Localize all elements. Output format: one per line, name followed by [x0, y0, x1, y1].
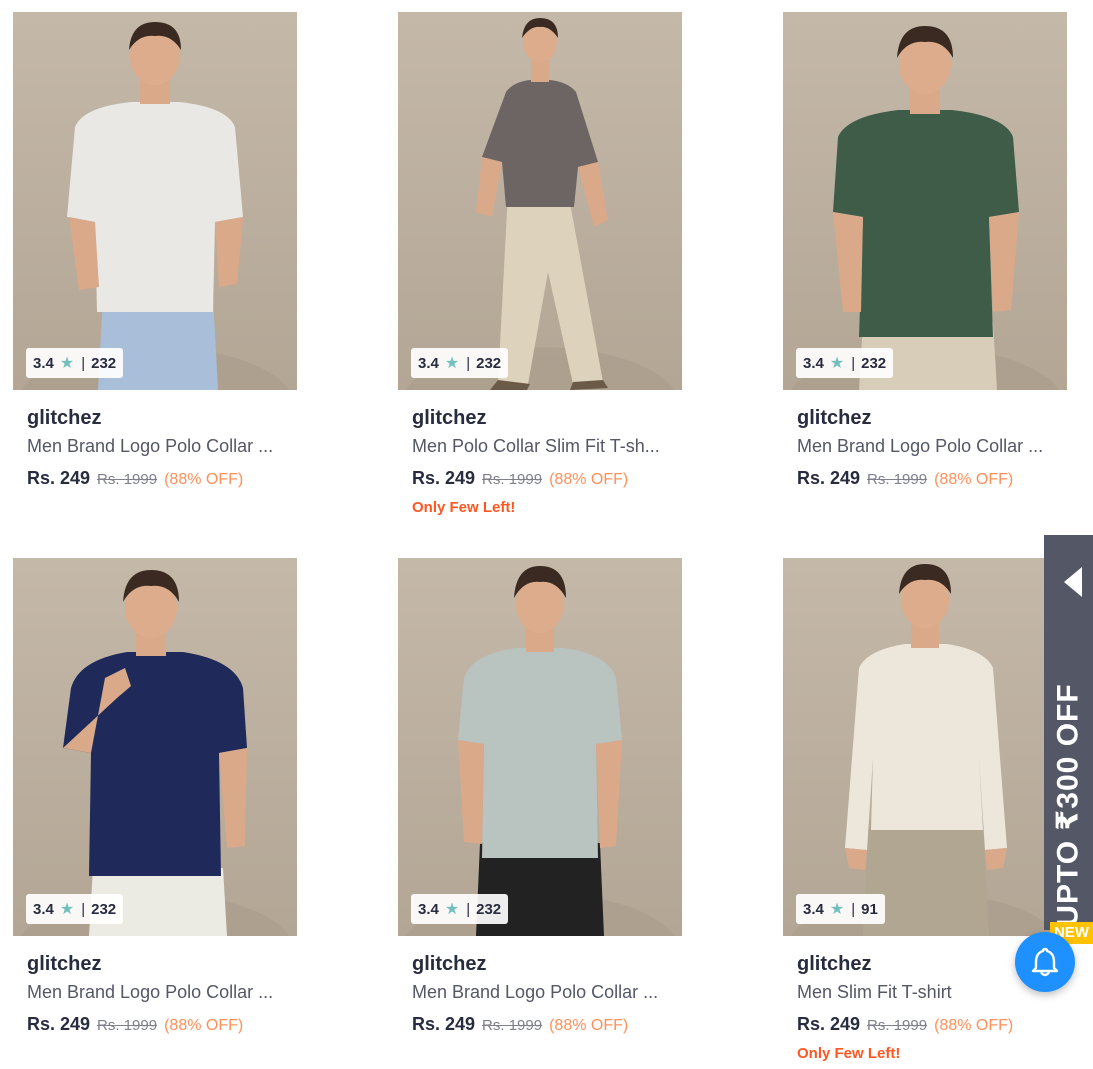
rating-badge: 3.4 ★ | 232 [411, 348, 509, 378]
product-title: Men Brand Logo Polo Collar ... [797, 436, 1044, 456]
model-photo [405, 18, 675, 390]
product-card[interactable]: 3.4 ★ | 232 glitchez Men Brand Logo Polo… [13, 12, 297, 499]
selling-price: Rs. 249 [797, 1014, 861, 1034]
product-card[interactable]: 3.4 ★ | 232 glitchez Men Brand Logo Polo… [398, 558, 682, 1045]
product-brand: glitchez [412, 953, 487, 975]
rating-count: 232 [476, 900, 502, 918]
caret-left-icon[interactable] [1064, 567, 1082, 597]
bell-icon [1031, 947, 1059, 977]
mrp-price: Rs. 1999 [97, 1017, 158, 1034]
promo-tab[interactable]: UPTO ₹300 OFF [1044, 535, 1093, 930]
rating-divider: | [851, 354, 856, 372]
rating-badge: 3.4 ★ | 232 [26, 348, 124, 378]
product-brand: glitchez [27, 953, 102, 975]
promo-text: UPTO ₹300 OFF [1051, 683, 1085, 927]
product-image[interactable]: 3.4 ★ | 232 [398, 558, 682, 936]
star-icon: ★ [829, 901, 845, 918]
stock-note: Only Few Left! [412, 499, 516, 516]
rating-value: 3.4 [803, 900, 824, 918]
product-title: Men Polo Collar Slim Fit T-sh... [412, 436, 660, 456]
product-brand: glitchez [797, 407, 872, 429]
product-image[interactable]: 3.4 ★ | 232 [398, 12, 682, 390]
mrp-price: Rs. 1999 [867, 471, 928, 488]
product-title: Men Brand Logo Polo Collar ... [27, 436, 274, 456]
rating-divider: | [851, 900, 856, 918]
rating-count: 232 [861, 354, 887, 372]
price-row: Rs. 249 Rs. 1999 (88% OFF) [797, 468, 1067, 490]
product-image[interactable]: 3.4 ★ | 91 [783, 558, 1067, 936]
product-card[interactable]: 3.4 ★ | 91 glitchez Men Slim Fit T-shirt… [783, 558, 1067, 1062]
selling-price: Rs. 249 [412, 468, 476, 488]
selling-price: Rs. 249 [27, 468, 91, 488]
product-grid: 3.4 ★ | 232 glitchez Men Brand Logo Polo… [0, 0, 1093, 1069]
star-icon: ★ [59, 901, 75, 918]
mrp-price: Rs. 1999 [482, 471, 543, 488]
mrp-price: Rs. 1999 [97, 471, 158, 488]
discount-text: (88% OFF) [934, 1017, 1014, 1034]
product-title: Men Brand Logo Polo Collar ... [412, 982, 659, 1002]
model-photo [405, 566, 675, 936]
rating-badge: 3.4 ★ | 232 [26, 894, 124, 924]
rating-value: 3.4 [418, 900, 439, 918]
rating-badge: 3.4 ★ | 91 [796, 894, 885, 924]
discount-text: (88% OFF) [549, 1017, 629, 1034]
selling-price: Rs. 249 [412, 1014, 476, 1034]
product-image[interactable]: 3.4 ★ | 232 [13, 12, 297, 390]
discount-text: (88% OFF) [164, 1017, 244, 1034]
price-row: Rs. 249 Rs. 1999 (88% OFF) [27, 468, 297, 490]
price-row: Rs. 249 Rs. 1999 (88% OFF) [412, 1014, 682, 1036]
rating-badge: 3.4 ★ | 232 [411, 894, 509, 924]
product-title: Men Brand Logo Polo Collar ... [27, 982, 274, 1002]
model-photo [20, 22, 290, 390]
product-image[interactable]: 3.4 ★ | 232 [783, 12, 1067, 390]
model-photo [790, 26, 1060, 390]
rating-value: 3.4 [33, 354, 54, 372]
price-row: Rs. 249 Rs. 1999 (88% OFF) [797, 1014, 1067, 1036]
product-image[interactable]: 3.4 ★ | 232 [13, 558, 297, 936]
rating-value: 3.4 [33, 900, 54, 918]
rating-count: 91 [861, 900, 878, 918]
rating-count: 232 [91, 354, 117, 372]
rating-badge: 3.4 ★ | 232 [796, 348, 894, 378]
product-card[interactable]: 3.4 ★ | 232 glitchez Men Brand Logo Polo… [13, 558, 297, 1045]
discount-text: (88% OFF) [934, 471, 1014, 488]
model-photo [790, 564, 1060, 936]
price-row: Rs. 249 Rs. 1999 (88% OFF) [412, 468, 682, 490]
notification-button[interactable] [1015, 932, 1075, 992]
product-brand: glitchez [27, 407, 102, 429]
discount-text: (88% OFF) [164, 471, 244, 488]
rating-count: 232 [476, 354, 502, 372]
product-brand: glitchez [412, 407, 487, 429]
star-icon: ★ [59, 355, 75, 372]
rating-divider: | [81, 900, 86, 918]
selling-price: Rs. 249 [797, 468, 861, 488]
rating-value: 3.4 [418, 354, 439, 372]
rating-divider: | [466, 354, 471, 372]
model-photo [20, 570, 290, 936]
price-row: Rs. 249 Rs. 1999 (88% OFF) [27, 1014, 297, 1036]
product-card[interactable]: 3.4 ★ | 232 glitchez Men Polo Collar Sli… [398, 12, 682, 516]
star-icon: ★ [829, 355, 845, 372]
rating-count: 232 [91, 900, 117, 918]
selling-price: Rs. 249 [27, 1014, 91, 1034]
discount-text: (88% OFF) [549, 471, 629, 488]
mrp-price: Rs. 1999 [867, 1017, 928, 1034]
stock-note: Only Few Left! [797, 1045, 901, 1062]
rating-value: 3.4 [803, 354, 824, 372]
product-title: Men Slim Fit T-shirt [797, 982, 952, 1002]
product-card[interactable]: 3.4 ★ | 232 glitchez Men Brand Logo Polo… [783, 12, 1067, 499]
rating-divider: | [466, 900, 471, 918]
star-icon: ★ [444, 355, 460, 372]
mrp-price: Rs. 1999 [482, 1017, 543, 1034]
rating-divider: | [81, 354, 86, 372]
star-icon: ★ [444, 901, 460, 918]
